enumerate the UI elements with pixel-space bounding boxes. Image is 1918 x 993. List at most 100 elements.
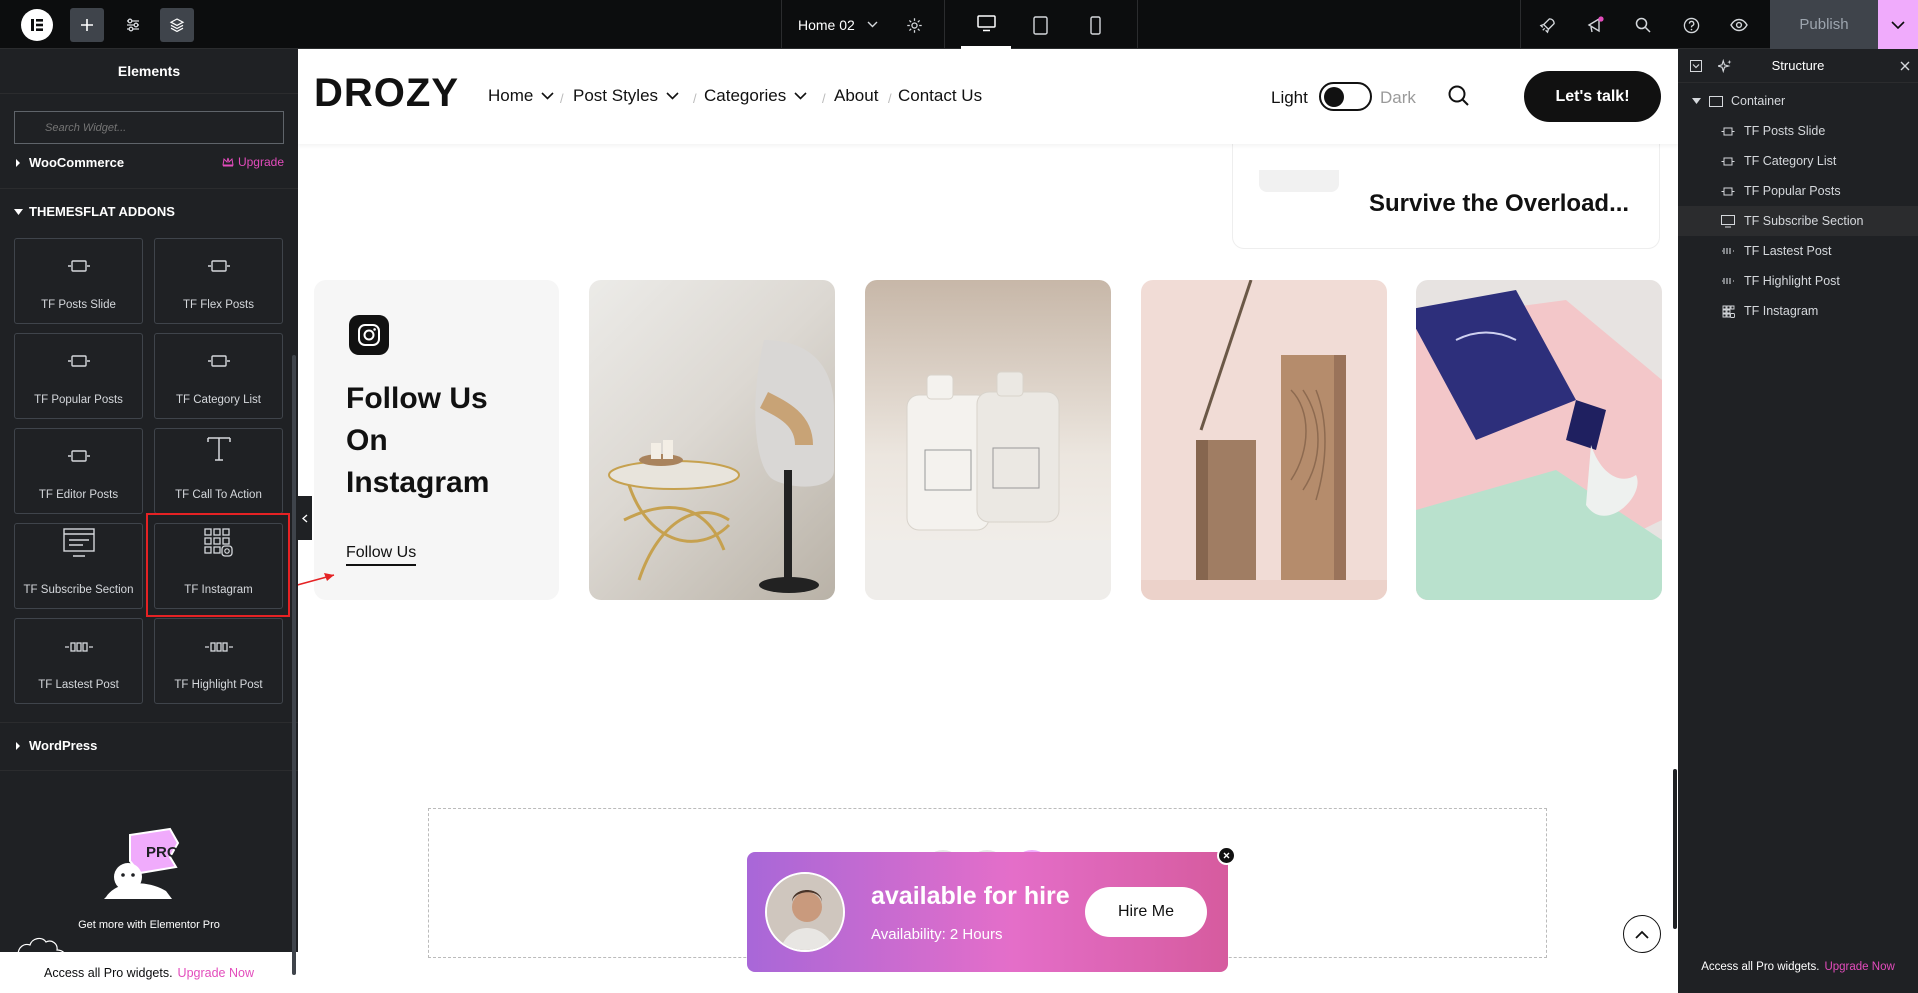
page-settings-button[interactable] <box>897 8 931 42</box>
structure-item-tf-lastest-post[interactable]: TF Lastest Post <box>1678 236 1918 266</box>
nav-item-categories[interactable]: Categories <box>704 86 807 106</box>
category-themesflat[interactable]: THEMESFLAT ADDONS <box>14 204 175 219</box>
add-element-button[interactable] <box>70 8 104 42</box>
mobile-view-button[interactable] <box>1070 8 1120 42</box>
chevron-down-icon <box>1891 20 1905 29</box>
theme-light-label: Light <box>1271 88 1308 107</box>
launchpad-button[interactable] <box>1530 8 1564 42</box>
category-woocommerce[interactable]: WooCommerce Upgrade <box>0 155 298 189</box>
hire-avatar <box>765 872 845 952</box>
posts-row-icon <box>64 641 94 667</box>
widget-label: TF Editor Posts <box>38 489 119 501</box>
hire-button-label: Hire Me <box>1117 903 1174 920</box>
help-button[interactable] <box>1674 8 1708 42</box>
structure-item-tf-highlight-post[interactable]: TF Highlight Post <box>1678 266 1918 296</box>
chevron-up-icon <box>1635 930 1649 939</box>
slides-icon <box>1721 157 1735 166</box>
lets-talk-button[interactable]: Let's talk! <box>1524 71 1661 122</box>
cloud-decoration <box>14 925 74 956</box>
widget-tf-posts-slide[interactable]: TF Posts Slide <box>14 238 143 324</box>
structure-item-label: TF Lastest Post <box>1744 244 1832 258</box>
nav-separator: / <box>693 91 697 106</box>
nav-label: About <box>834 86 879 105</box>
instagram-logo-icon <box>349 315 389 355</box>
structure-item-tf-posts-slide[interactable]: TF Posts Slide <box>1678 116 1918 146</box>
instagram-photo-cream-tube[interactable] <box>1416 280 1662 600</box>
structure-item-tf-category-list[interactable]: TF Category List <box>1678 146 1918 176</box>
upgrade-label: Upgrade <box>237 155 284 169</box>
structure-panel: Structure Container TF Posts Slide TF Cat… <box>1678 49 1918 993</box>
hire-me-button[interactable]: Hire Me <box>1085 887 1207 937</box>
posts-row-icon <box>1721 277 1735 285</box>
widget-label: TF Category List <box>176 394 261 406</box>
widget-tf-flex-posts[interactable]: TF Flex Posts <box>154 238 283 324</box>
widget-tf-editor-posts[interactable]: TF Editor Posts <box>14 428 143 514</box>
hire-close-button[interactable] <box>1217 846 1236 865</box>
structure-toggle-button[interactable] <box>160 8 194 42</box>
widget-tf-call-to-action[interactable]: TF Call To Action <box>154 428 283 514</box>
search-widget-input[interactable] <box>14 111 284 144</box>
category-wordpress[interactable]: WordPress <box>14 738 97 753</box>
structure-item-label: TF Posts Slide <box>1744 124 1826 138</box>
nav-item-post-styles[interactable]: Post Styles <box>573 86 679 106</box>
canvas-scrollbar[interactable] <box>1673 769 1677 929</box>
whats-new-button[interactable] <box>1578 8 1612 42</box>
publish-options-button[interactable] <box>1878 0 1918 49</box>
megaphone-icon <box>1587 16 1604 33</box>
structure-item-tf-popular-posts[interactable]: TF Popular Posts <box>1678 176 1918 206</box>
widget-tf-category-list[interactable]: TF Category List <box>154 333 283 419</box>
heading-line: Follow Us <box>346 382 488 415</box>
nav-item-about[interactable]: About <box>834 86 878 106</box>
desktop-view-button[interactable] <box>961 0 1011 49</box>
site-settings-button[interactable] <box>116 8 150 42</box>
upgrade-now-link[interactable]: Upgrade Now <box>1824 961 1894 973</box>
caret-right-icon <box>16 741 20 750</box>
nav-item-home[interactable]: Home <box>488 86 554 106</box>
nav-label: Post Styles <box>573 86 659 105</box>
structure-item-tf-instagram[interactable]: TF Instagram <box>1678 296 1918 326</box>
theme-toggle-switch[interactable] <box>1319 82 1372 111</box>
chevron-down-icon <box>794 92 807 100</box>
preview-button[interactable] <box>1722 8 1756 42</box>
heading-line: Instagram <box>346 466 490 499</box>
editor-top-bar: Home 02 Publish <box>0 0 1918 49</box>
structure-header: Structure <box>1678 49 1918 83</box>
category-label: THEMESFLAT ADDONS <box>29 204 175 219</box>
left-panel-scrollbar[interactable] <box>292 355 296 975</box>
tablet-view-button[interactable] <box>1015 8 1065 42</box>
upgrade-badge[interactable]: Upgrade <box>222 155 284 169</box>
page-name-dropdown[interactable]: Home 02 <box>798 0 878 49</box>
widget-tf-popular-posts[interactable]: TF Popular Posts <box>14 333 143 419</box>
chevron-left-icon <box>302 514 308 522</box>
instagram-photo-chair[interactable] <box>589 280 835 600</box>
publish-button[interactable]: Publish <box>1770 0 1878 49</box>
widget-label: TF Subscribe Section <box>23 584 134 596</box>
widget-label: TF Lastest Post <box>38 679 119 691</box>
instagram-photo-wood-blocks[interactable] <box>1141 280 1387 600</box>
follow-us-link[interactable]: Follow Us <box>346 544 417 566</box>
widget-tf-highlight-post[interactable]: TF Highlight Post <box>154 618 283 704</box>
slides-icon <box>66 354 92 382</box>
structure-root-container[interactable]: Container <box>1678 86 1918 116</box>
widget-tf-lastest-post[interactable]: TF Lastest Post <box>14 618 143 704</box>
nav-item-contact-us[interactable]: Contact Us <box>898 86 982 106</box>
collapse-panel-handle[interactable] <box>298 496 312 540</box>
structure-item-label: TF Popular Posts <box>1744 184 1841 198</box>
finder-button[interactable] <box>1626 8 1660 42</box>
widget-label: TF Call To Action <box>175 489 262 501</box>
tablet-icon <box>1032 15 1048 35</box>
site-logo[interactable]: DROZY <box>314 71 459 116</box>
close-icon[interactable] <box>1900 61 1910 71</box>
site-search-button[interactable] <box>1448 85 1470 112</box>
publish-label: Publish <box>1799 16 1849 33</box>
instagram-photo-bottles[interactable] <box>865 280 1111 600</box>
post-card-title[interactable]: Survive the Overload... <box>1369 190 1629 218</box>
category-label: WordPress <box>29 738 98 753</box>
hire-title: available for hire <box>871 882 1070 910</box>
structure-item-tf-subscribe-section[interactable]: TF Subscribe Section <box>1678 206 1918 236</box>
scroll-to-top-button[interactable] <box>1623 915 1661 953</box>
instagram-widget-highlight <box>146 513 290 617</box>
elementor-logo-button[interactable] <box>21 9 53 41</box>
widget-tf-subscribe-section[interactable]: TF Subscribe Section <box>14 523 143 609</box>
upgrade-now-link[interactable]: Upgrade Now <box>178 966 254 980</box>
